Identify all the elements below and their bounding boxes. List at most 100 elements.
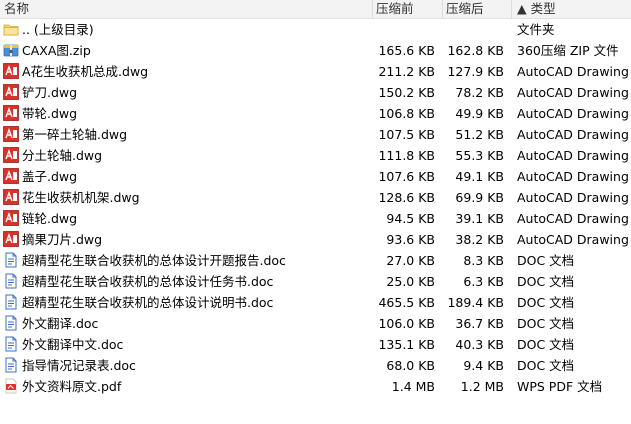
file-type: DOC 文档 [517, 358, 575, 373]
file-type: AutoCAD Drawing [517, 106, 629, 121]
dwg-file-icon [3, 126, 19, 142]
pdf-file-icon [3, 378, 19, 394]
packed-size: 68.0 KB [386, 358, 435, 373]
compressed-size: 49.1 KB [455, 169, 504, 184]
doc-file-icon [3, 315, 19, 331]
file-row[interactable]: 花生收获机机架.dwg 128.6 KB 69.9 KB AutoCAD Drawin… [0, 187, 631, 208]
column-header-type[interactable]: ▲ 类型 [517, 0, 556, 18]
dwg-file-icon [3, 189, 19, 205]
column-header-name[interactable]: 名称 [4, 0, 29, 18]
file-type: AutoCAD Drawing [517, 127, 629, 142]
parent-directory-row[interactable]: .. (上级目录) 文件夹 [0, 19, 631, 40]
file-type: DOC 文档 [517, 337, 575, 352]
file-row[interactable]: 带轮.dwg 106.8 KB 49.9 KB AutoCAD Drawing [0, 103, 631, 124]
zip-archive-icon [3, 42, 19, 58]
sort-ascending-icon: ▲ [517, 1, 527, 16]
file-type: AutoCAD Drawing [517, 64, 629, 79]
column-header-packed[interactable]: 压缩前 [376, 0, 414, 18]
file-name: CAXA图.zip [22, 43, 91, 58]
file-row[interactable]: 铲刀.dwg 150.2 KB 78.2 KB AutoCAD Drawing [0, 82, 631, 103]
file-type: DOC 文档 [517, 253, 575, 268]
file-type: WPS PDF 文档 [517, 379, 603, 394]
file-type: AutoCAD Drawing [517, 211, 629, 226]
file-name: 铲刀.dwg [22, 85, 78, 100]
file-name: 摘果刀片.dwg [22, 232, 103, 247]
file-name: A花生收获机总成.dwg [22, 64, 149, 79]
file-name: 超精型花生联合收获机的总体设计任务书.doc [22, 274, 274, 289]
file-type: DOC 文档 [517, 316, 575, 331]
packed-size: 107.5 KB [378, 127, 435, 142]
packed-size: 211.2 KB [378, 64, 435, 79]
dwg-file-icon [3, 210, 19, 226]
file-name: .. (上级目录) [22, 22, 94, 37]
file-type: AutoCAD Drawing [517, 232, 629, 247]
compressed-size: 6.3 KB [463, 274, 504, 289]
file-name: 第一碎土轮轴.dwg [22, 127, 128, 142]
compressed-size: 55.3 KB [455, 148, 504, 163]
dwg-file-icon [3, 84, 19, 100]
file-row[interactable]: 超精型花生联合收获机的总体设计任务书.doc 25.0 KB 6.3 KB DOC 文… [0, 271, 631, 292]
packed-size: 27.0 KB [386, 253, 435, 268]
file-name: 盖子.dwg [22, 169, 78, 184]
folder-icon [3, 21, 19, 37]
dwg-file-icon [3, 63, 19, 79]
dwg-file-icon [3, 147, 19, 163]
file-type: DOC 文档 [517, 295, 575, 310]
doc-file-icon [3, 252, 19, 268]
column-divider[interactable] [372, 0, 373, 18]
column-divider[interactable] [511, 0, 512, 18]
file-name: 外文翻译.doc [22, 316, 99, 331]
dwg-file-icon [3, 105, 19, 121]
file-type: AutoCAD Drawing [517, 148, 629, 163]
file-name: 外文资料原文.pdf [22, 379, 122, 394]
compressed-size: 39.1 KB [455, 211, 504, 226]
file-type: AutoCAD Drawing [517, 85, 629, 100]
file-name: 分土轮轴.dwg [22, 148, 103, 163]
doc-file-icon [3, 294, 19, 310]
file-row[interactable]: 外文翻译中文.doc 135.1 KB 40.3 KB DOC 文档 [0, 334, 631, 355]
file-row[interactable]: 链轮.dwg 94.5 KB 39.1 KB AutoCAD Drawing [0, 208, 631, 229]
doc-file-icon [3, 273, 19, 289]
packed-size: 93.6 KB [386, 232, 435, 247]
file-row[interactable]: CAXA图.zip 165.6 KB 162.8 KB 360压缩 ZIP 文件 [0, 40, 631, 61]
packed-size: 25.0 KB [386, 274, 435, 289]
file-row[interactable]: A花生收获机总成.dwg 211.2 KB 127.9 KB AutoCAD Draw… [0, 61, 631, 82]
file-row[interactable]: 外文翻译.doc 106.0 KB 36.7 KB DOC 文档 [0, 313, 631, 334]
file-row[interactable]: 外文资料原文.pdf 1.4 MB 1.2 MB WPS PDF 文档 [0, 376, 631, 397]
file-type: AutoCAD Drawing [517, 169, 629, 184]
file-name: 链轮.dwg [22, 211, 78, 226]
compressed-size: 8.3 KB [463, 253, 504, 268]
file-row[interactable]: 盖子.dwg 107.6 KB 49.1 KB AutoCAD Drawing [0, 166, 631, 187]
packed-size: 128.6 KB [378, 190, 435, 205]
file-row[interactable]: 超精型花生联合收获机的总体设计开题报告.doc 27.0 KB 8.3 KB DOC … [0, 250, 631, 271]
column-divider[interactable] [442, 0, 443, 18]
file-type: 文件夹 [517, 22, 555, 37]
file-name: 指导情况记录表.doc [22, 358, 136, 373]
file-name: 外文翻译中文.doc [22, 337, 124, 352]
file-row[interactable]: 分土轮轴.dwg 111.8 KB 55.3 KB AutoCAD Drawing [0, 145, 631, 166]
compressed-size: 51.2 KB [455, 127, 504, 142]
packed-size: 165.6 KB [378, 43, 435, 58]
packed-size: 150.2 KB [378, 85, 435, 100]
packed-size: 465.5 KB [378, 295, 435, 310]
packed-size: 107.6 KB [378, 169, 435, 184]
file-row[interactable]: 超精型花生联合收获机的总体设计说明书.doc 465.5 KB 189.4 KB DO… [0, 292, 631, 313]
compressed-size: 49.9 KB [455, 106, 504, 121]
file-row[interactable]: 指导情况记录表.doc 68.0 KB 9.4 KB DOC 文档 [0, 355, 631, 376]
compressed-size: 189.4 KB [447, 295, 504, 310]
file-name: 花生收获机机架.dwg [22, 190, 140, 205]
packed-size: 106.0 KB [378, 316, 435, 331]
packed-size: 111.8 KB [378, 148, 435, 163]
compressed-size: 40.3 KB [455, 337, 504, 352]
file-name: 带轮.dwg [22, 106, 78, 121]
column-header-compressed[interactable]: 压缩后 [446, 0, 484, 18]
file-row[interactable]: 摘果刀片.dwg 93.6 KB 38.2 KB AutoCAD Drawing [0, 229, 631, 250]
file-row[interactable]: 第一碎土轮轴.dwg 107.5 KB 51.2 KB AutoCAD Drawing [0, 124, 631, 145]
packed-size: 106.8 KB [378, 106, 435, 121]
packed-size: 1.4 MB [391, 379, 435, 394]
file-type: AutoCAD Drawing [517, 190, 629, 205]
dwg-file-icon [3, 168, 19, 184]
dwg-file-icon [3, 231, 19, 247]
packed-size: 94.5 KB [386, 211, 435, 226]
compressed-size: 78.2 KB [455, 85, 504, 100]
